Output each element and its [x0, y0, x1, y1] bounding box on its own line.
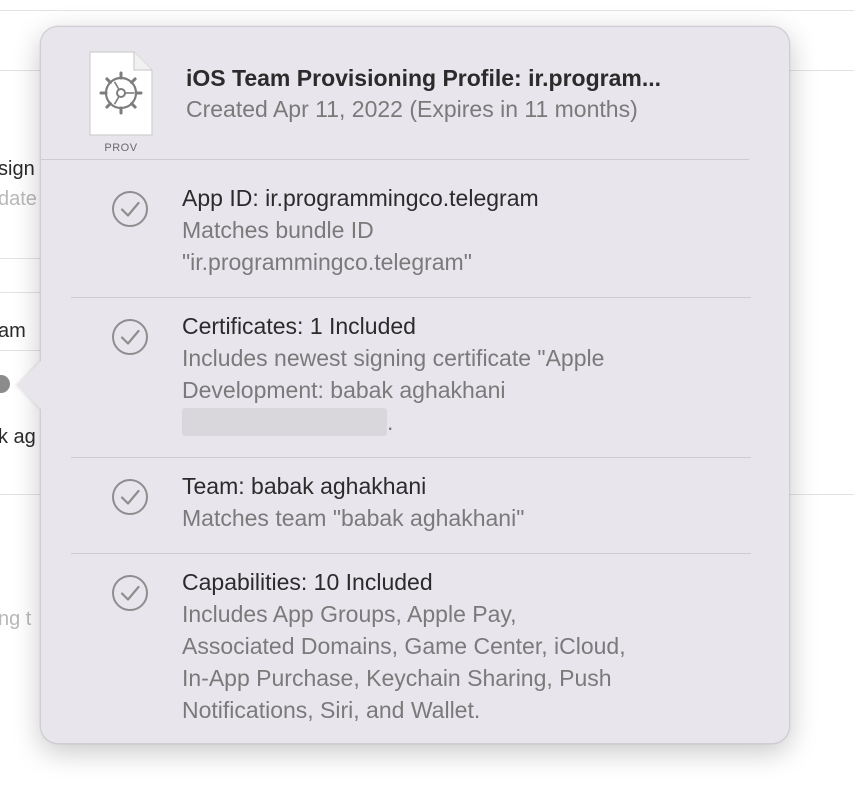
app-id-description-line: "ir.programmingco.telegram": [182, 249, 472, 275]
capabilities-description-line: Notifications, Siri, and Wallet.: [182, 697, 481, 723]
bg-label-sign: sign: [0, 158, 35, 180]
bg-divider: [0, 292, 40, 293]
certificates-description-tail: .: [387, 409, 394, 435]
redacted-text: [182, 408, 387, 436]
popover-header: PROV iOS Team Provisioning Profile: ir.p…: [41, 27, 789, 159]
profile-created-date: Created Apr 11, 2022 (Expires in 11 mont…: [186, 96, 638, 122]
provisioning-file-icon: PROV: [88, 51, 154, 154]
section-divider: [71, 297, 751, 298]
certificates-description-line: Includes newest signing certificate "App…: [182, 345, 605, 371]
bg-label-date: date: [0, 188, 37, 210]
capabilities-description: Includes App Groups, Apple Pay, Associat…: [182, 598, 742, 726]
certificates-description: Includes newest signing certificate "App…: [182, 342, 742, 438]
bg-label-name: k ag: [0, 426, 36, 448]
bg-divider: [0, 258, 40, 259]
app-id-title: App ID: ir.programmingco.telegram: [182, 185, 539, 211]
bg-divider: [0, 350, 40, 351]
section-divider: [71, 457, 751, 458]
bg-label-hint: ng t: [0, 608, 32, 630]
file-type-label: PROV: [104, 142, 138, 154]
capabilities-title: Capabilities: 10 Included: [182, 569, 433, 595]
bg-divider: [0, 10, 854, 11]
team-title: Team: babak aghakhani: [182, 473, 427, 499]
team-description: Matches team "babak aghakhani": [182, 502, 742, 534]
capabilities-description-line: In-App Purchase, Keychain Sharing, Push: [182, 665, 612, 691]
team-description-line: Matches team "babak aghakhani": [182, 505, 525, 531]
popover-arrow: [17, 361, 41, 409]
app-id-description: Matches bundle ID "ir.programmingco.tele…: [182, 214, 742, 278]
check-circle-icon: [112, 575, 148, 611]
bg-status-dot: [0, 375, 10, 393]
certificates-description-line: Development: babak aghakhani: [182, 377, 506, 403]
check-circle-icon: [112, 191, 148, 227]
header-divider: [41, 159, 749, 160]
app-id-description-line: Matches bundle ID: [182, 217, 374, 243]
check-circle-icon: [112, 319, 148, 355]
screen: sign date am k ag ng t PROV iOS Team Pro…: [0, 0, 854, 800]
check-circle-icon: [112, 479, 148, 515]
certificates-title: Certificates: 1 Included: [182, 313, 416, 339]
capabilities-description-line: Includes App Groups, Apple Pay,: [182, 601, 517, 627]
bg-label-team: am: [0, 320, 26, 342]
section-divider: [71, 553, 751, 554]
provisioning-profile-popover: PROV iOS Team Provisioning Profile: ir.p…: [17, 26, 790, 744]
profile-title: iOS Team Provisioning Profile: ir.progra…: [186, 65, 662, 91]
capabilities-description-line: Associated Domains, Game Center, iCloud,: [182, 633, 626, 659]
certificates-description-line: .: [182, 406, 742, 438]
